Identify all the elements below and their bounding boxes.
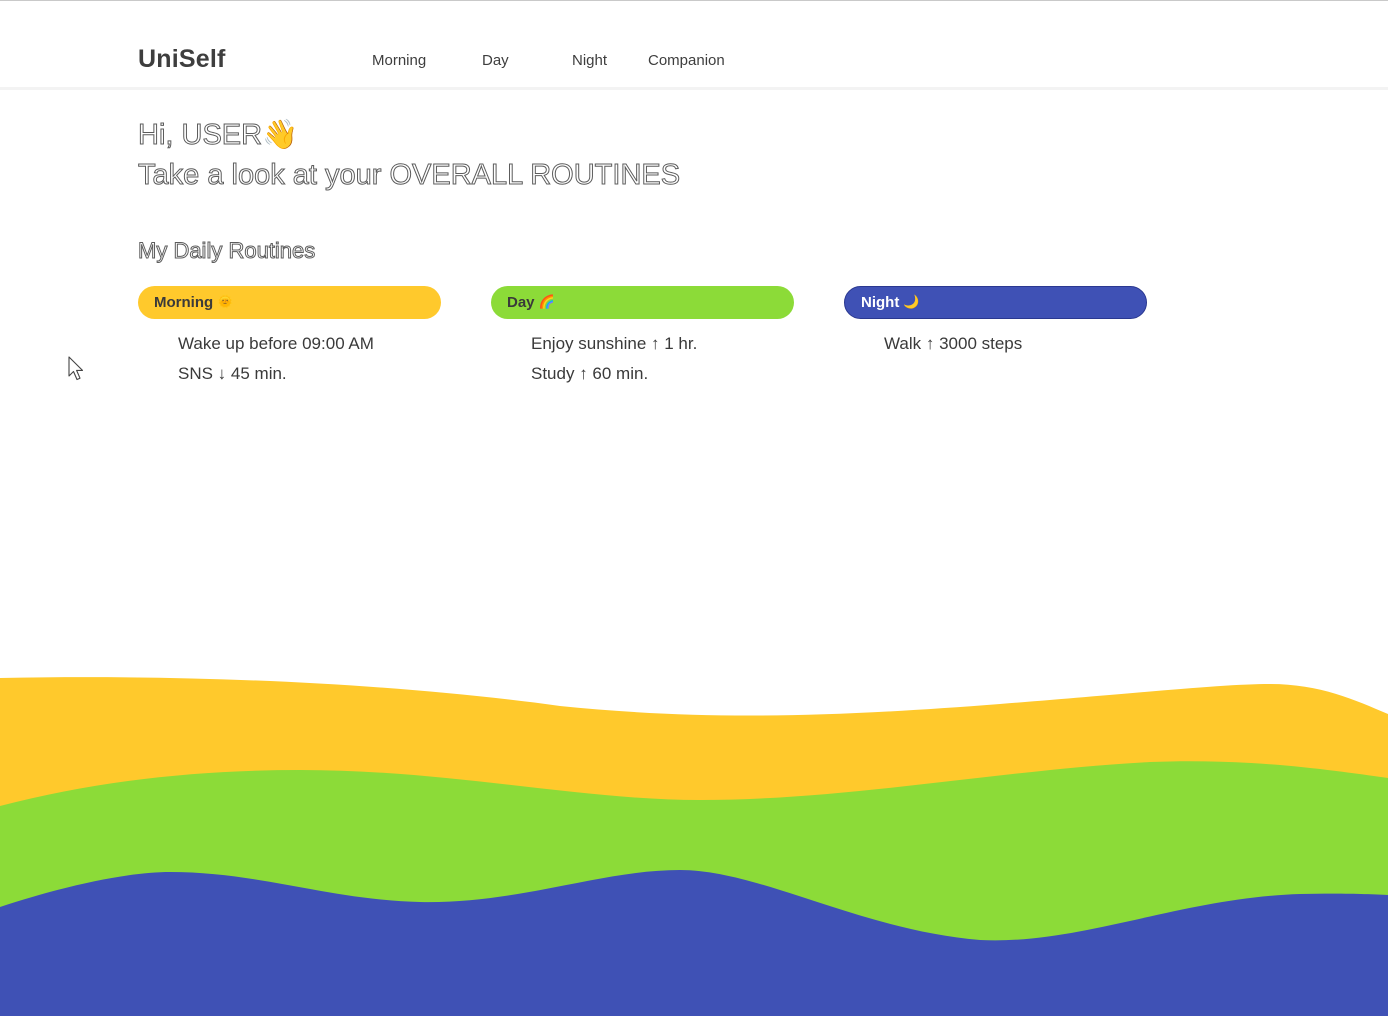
moon-icon: 🌙 xyxy=(903,295,920,310)
routine-item: SNS ↓ 45 min. xyxy=(178,364,287,383)
nav-night[interactable]: Night xyxy=(572,52,607,69)
routine-item: Enjoy sunshine ↑ 1 hr. xyxy=(531,334,698,353)
category-label: Day xyxy=(507,294,535,311)
sun-icon: 🌞 xyxy=(217,295,234,310)
decorative-wave-background xyxy=(0,677,1388,1016)
category-label: Night xyxy=(861,294,900,311)
greeting-heading: Hi, USER👋 xyxy=(137,117,299,152)
category-pill-day[interactable]: Day 🌈 xyxy=(491,286,794,319)
mouse-pointer-icon xyxy=(68,356,84,381)
category-pill-morning[interactable]: Morning 🌞 xyxy=(138,286,441,319)
greeting-text: Hi, USER xyxy=(137,119,263,152)
nav-day[interactable]: Day xyxy=(482,52,509,69)
top-nav-bar: UniSelf Morning Day Night Companion xyxy=(0,1,1388,90)
routine-item: Walk ↑ 3000 steps xyxy=(884,334,1023,353)
category-label: Morning xyxy=(154,294,214,311)
nav-morning[interactable]: Morning xyxy=(372,52,426,69)
rainbow-icon: 🌈 xyxy=(538,295,555,310)
section-title: My Daily Routines xyxy=(137,238,316,264)
routine-item: Study ↑ 60 min. xyxy=(531,364,649,383)
routine-item: Wake up before 09:00 AM xyxy=(178,334,374,353)
nav-companion[interactable]: Companion xyxy=(648,52,725,69)
greeting-subheading: Take a look at your OVERALL ROUTINES xyxy=(137,159,681,192)
waving-hand-icon: 👋 xyxy=(262,117,299,151)
category-pill-night[interactable]: Night 🌙 xyxy=(844,286,1147,319)
brand-logo[interactable]: UniSelf xyxy=(138,45,226,74)
